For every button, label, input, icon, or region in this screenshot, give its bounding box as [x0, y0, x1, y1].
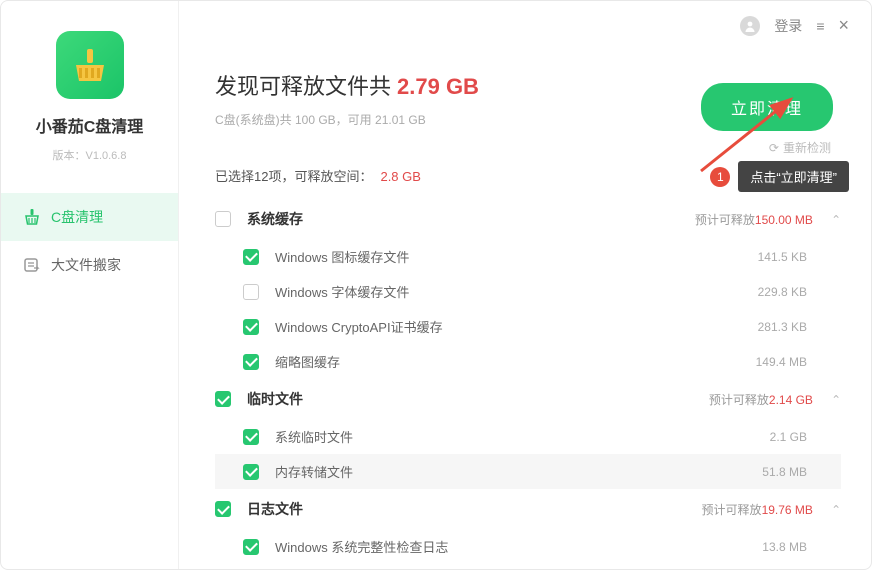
list-item[interactable]: 系统临时文件 2.1 GB	[215, 419, 841, 454]
group-label: 临时文件	[247, 389, 303, 409]
item-checkbox[interactable]	[243, 464, 259, 480]
headline-size: 2.79 GB	[397, 74, 479, 100]
sidebar: 小番茄C盘清理 版本：V1.0.6.8 C盘清理大文件搬家	[1, 1, 179, 569]
main-panel: 登录 ≡ × 发现可释放文件共 2.79 GB C盘(系统盘)共 100 GB，…	[179, 1, 871, 569]
group-header[interactable]: 系统缓存 预计可释放150.00 MB ⌄	[215, 199, 841, 239]
annotation-callout: 1 点击“立即清理”	[710, 161, 849, 192]
app-name: 小番茄C盘清理	[1, 113, 178, 137]
item-label: Windows CryptoAPI证书缓存	[275, 317, 443, 336]
annotation-number: 1	[710, 167, 730, 187]
item-size: 149.4 MB	[756, 355, 807, 369]
file-list: 系统缓存 预计可释放150.00 MB ⌄ Windows 图标缓存文件 141.5 K…	[215, 199, 841, 569]
item-checkbox[interactable]	[243, 429, 259, 445]
group-checkbox[interactable]	[215, 211, 231, 227]
list-item[interactable]: Windows 字体缓存文件 229.8 KB	[215, 274, 841, 309]
sidebar-item-label: C盘清理	[51, 207, 103, 227]
refresh-icon: ⟳	[769, 141, 779, 155]
titlebar: 登录 ≡ ×	[740, 15, 849, 36]
bigfile-icon	[23, 256, 41, 274]
sidebar-item-bigfile[interactable]: 大文件搬家	[1, 241, 178, 289]
list-item[interactable]: 缩略图缓存 149.4 MB	[215, 344, 841, 379]
group-label: 系统缓存	[247, 209, 303, 229]
group-header[interactable]: 日志文件 预计可释放19.76 MB ⌄	[215, 489, 841, 529]
item-checkbox[interactable]	[243, 249, 259, 265]
item-checkbox[interactable]	[243, 284, 259, 300]
headline-prefix: 发现可释放文件共	[215, 69, 391, 101]
list-item[interactable]: Windows 图标缓存文件 141.5 KB	[215, 239, 841, 274]
item-label: 内存转储文件	[275, 462, 353, 481]
item-checkbox[interactable]	[243, 539, 259, 555]
group-estimate: 预计可释放150.00 MB	[695, 211, 813, 228]
menu-icon[interactable]: ≡	[816, 18, 824, 34]
item-checkbox[interactable]	[243, 354, 259, 370]
clean-icon	[23, 208, 41, 226]
list-item[interactable]: Windows 系统完整性检查日志 13.8 MB	[215, 529, 841, 564]
app-window: 小番茄C盘清理 版本：V1.0.6.8 C盘清理大文件搬家 登录 ≡ × 发现可…	[0, 0, 872, 570]
item-label: 缩略图缓存	[275, 352, 340, 371]
group-header[interactable]: 临时文件 预计可释放2.14 GB ⌄	[215, 379, 841, 419]
item-label: 系统临时文件	[275, 427, 353, 446]
app-version: 版本：V1.0.6.8	[1, 147, 178, 163]
group-label: 日志文件	[247, 499, 303, 519]
logo-block: 小番茄C盘清理 版本：V1.0.6.8	[1, 31, 178, 163]
group-checkbox[interactable]	[215, 501, 231, 517]
close-icon[interactable]: ×	[838, 15, 849, 36]
sidebar-item-label: 大文件搬家	[51, 255, 121, 275]
item-size: 13.8 MB	[762, 540, 807, 554]
item-size: 51.8 MB	[762, 465, 807, 479]
list-item[interactable]: Windows 错误报告196.0 KB	[215, 564, 841, 569]
chevron-up-icon[interactable]: ⌄	[831, 502, 841, 516]
group-checkbox[interactable]	[215, 391, 231, 407]
chevron-up-icon[interactable]: ⌄	[831, 212, 841, 226]
selection-size: 2.8 GB	[380, 169, 420, 184]
item-label: Windows 字体缓存文件	[275, 282, 409, 301]
group-estimate: 预计可释放19.76 MB	[702, 501, 813, 518]
rescan-link[interactable]: ⟳ 重新检测	[769, 139, 831, 156]
annotation-text: 点击“立即清理”	[738, 161, 849, 192]
item-label: Windows 系统完整性检查日志	[275, 537, 448, 556]
avatar-icon[interactable]	[740, 16, 760, 36]
sidebar-item-clean[interactable]: C盘清理	[1, 193, 178, 241]
item-size: 141.5 KB	[758, 250, 807, 264]
item-checkbox[interactable]	[243, 319, 259, 335]
chevron-up-icon[interactable]: ⌄	[831, 392, 841, 406]
app-logo-icon	[56, 31, 124, 99]
group-estimate: 预计可释放2.14 GB	[709, 391, 813, 408]
login-link[interactable]: 登录	[774, 16, 802, 36]
item-size: 229.8 KB	[758, 285, 807, 299]
item-label: Windows 图标缓存文件	[275, 247, 409, 266]
item-size: 281.3 KB	[758, 320, 807, 334]
list-item[interactable]: 内存转储文件 51.8 MB	[215, 454, 841, 489]
item-size: 2.1 GB	[770, 430, 807, 444]
clean-now-button[interactable]: 立即清理	[701, 83, 833, 131]
list-item[interactable]: Windows CryptoAPI证书缓存 281.3 KB	[215, 309, 841, 344]
